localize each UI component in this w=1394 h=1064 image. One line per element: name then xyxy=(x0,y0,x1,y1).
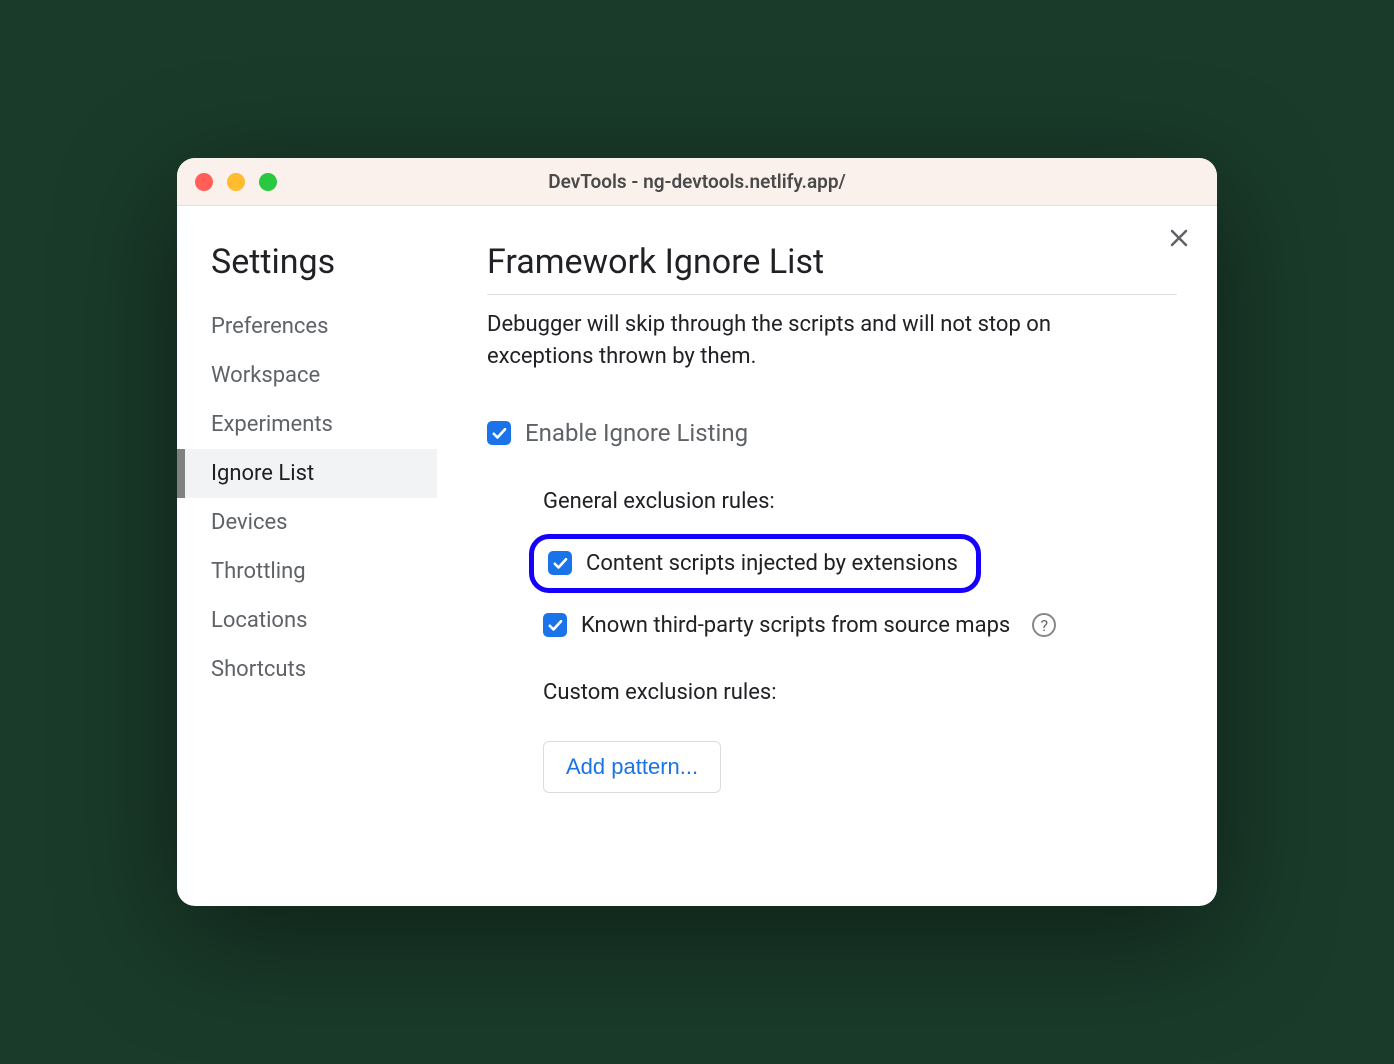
sidebar-item-experiments[interactable]: Experiments xyxy=(207,400,437,449)
sidebar-item-ignore-list[interactable]: Ignore List xyxy=(177,449,437,498)
general-exclusion-rules-label: General exclusion rules: xyxy=(543,489,1177,514)
sidebar-title: Settings xyxy=(211,242,437,282)
sidebar-item-shortcuts[interactable]: Shortcuts xyxy=(207,645,437,694)
traffic-lights xyxy=(195,173,277,191)
custom-exclusion-rules-label: Custom exclusion rules: xyxy=(543,680,1177,705)
settings-panel: Framework Ignore List Debugger will skip… xyxy=(437,236,1217,870)
sidebar-item-locations[interactable]: Locations xyxy=(207,596,437,645)
enable-ignore-listing-row: Enable Ignore Listing xyxy=(487,419,1177,447)
third-party-scripts-label: Known third-party scripts from source ma… xyxy=(581,613,1010,638)
zoom-window-button[interactable] xyxy=(259,173,277,191)
help-icon[interactable]: ? xyxy=(1032,613,1056,637)
third-party-scripts-row: Known third-party scripts from source ma… xyxy=(543,613,1177,638)
sidebar-item-workspace[interactable]: Workspace xyxy=(207,351,437,400)
close-icon[interactable] xyxy=(1167,226,1191,256)
settings-sidebar: Settings Preferences Workspace Experimen… xyxy=(177,236,437,870)
sidebar-item-preferences[interactable]: Preferences xyxy=(207,302,437,351)
window-title: DevTools - ng-devtools.netlify.app/ xyxy=(177,170,1217,193)
content-scripts-label: Content scripts injected by extensions xyxy=(586,551,958,576)
sidebar-item-devices[interactable]: Devices xyxy=(207,498,437,547)
panel-title: Framework Ignore List xyxy=(487,242,1177,295)
content-scripts-rule-highlight: Content scripts injected by extensions xyxy=(529,534,981,593)
window-titlebar: DevTools - ng-devtools.netlify.app/ xyxy=(177,158,1217,206)
minimize-window-button[interactable] xyxy=(227,173,245,191)
settings-window: DevTools - ng-devtools.netlify.app/ Sett… xyxy=(177,158,1217,906)
content-scripts-checkbox[interactable] xyxy=(548,551,572,575)
enable-ignore-listing-checkbox[interactable] xyxy=(487,421,511,445)
panel-description: Debugger will skip through the scripts a… xyxy=(487,309,1127,373)
enable-ignore-listing-label: Enable Ignore Listing xyxy=(525,419,748,447)
third-party-scripts-checkbox[interactable] xyxy=(543,613,567,637)
close-window-button[interactable] xyxy=(195,173,213,191)
sidebar-item-throttling[interactable]: Throttling xyxy=(207,547,437,596)
add-pattern-button[interactable]: Add pattern... xyxy=(543,741,721,793)
